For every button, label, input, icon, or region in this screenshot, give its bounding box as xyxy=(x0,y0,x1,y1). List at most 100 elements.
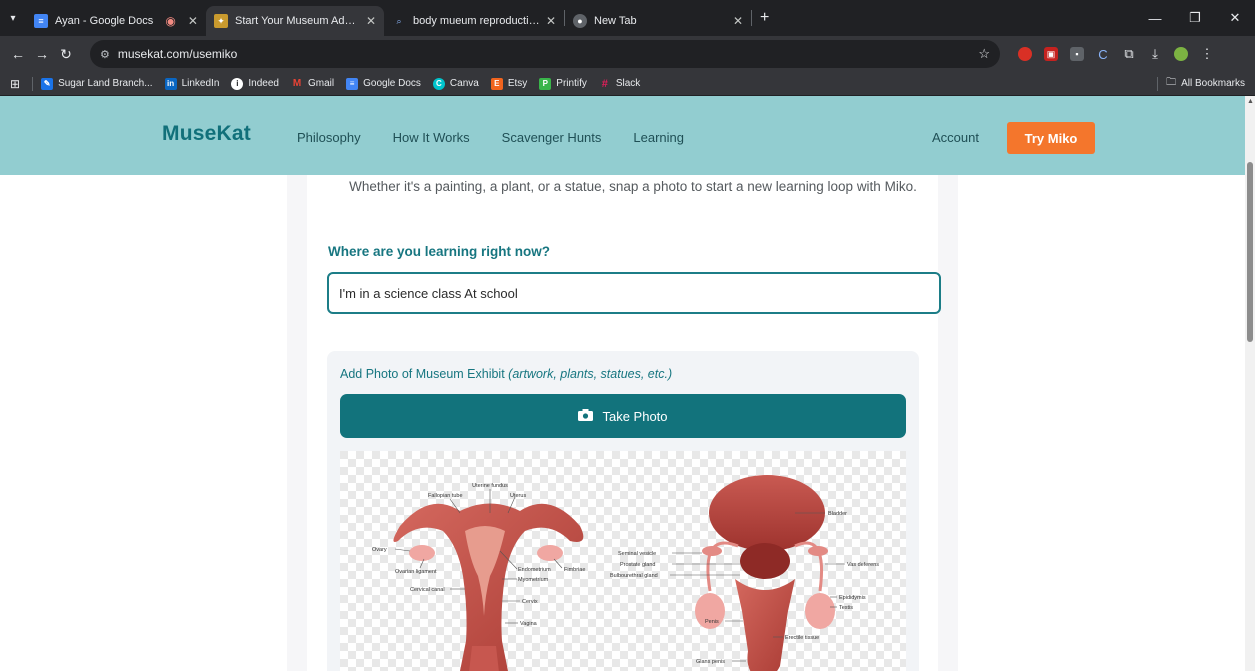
extensions-area: ▣ ▪ C ⧉ ⤓ ⋮ xyxy=(1018,36,1214,72)
google-docs-icon: ≡ xyxy=(346,77,359,90)
google-docs-icon: ≡ xyxy=(34,14,48,28)
profile-avatar-icon[interactable] xyxy=(1174,47,1188,61)
close-tab-icon[interactable]: ✕ xyxy=(540,14,556,28)
location-input[interactable] xyxy=(327,272,941,314)
slack-icon: # xyxy=(601,77,608,90)
reload-icon[interactable]: ↻ xyxy=(54,46,78,63)
photo-upload-card: Add Photo of Museum Exhibit (artwork, pl… xyxy=(327,351,919,671)
new-tab-icon[interactable]: + xyxy=(760,9,769,27)
bookmark-printify[interactable]: P Printify xyxy=(539,77,587,90)
extension-grammar-icon[interactable]: C xyxy=(1096,47,1110,62)
nav-scavenger-hunts[interactable]: Scavenger Hunts xyxy=(502,130,602,145)
photo-label-hint: (artwork, plants, statues, etc.) xyxy=(508,367,673,381)
scroll-up-icon[interactable]: ▲ xyxy=(1247,98,1254,105)
bookmarks-bar: ⊞ ✎ Sugar Land Branch... in LinkedIn i Inde… xyxy=(0,72,1255,96)
bookmark-label: Google Docs xyxy=(363,78,421,89)
card-shadow-right xyxy=(938,175,958,671)
take-photo-button[interactable]: Take Photo xyxy=(340,394,906,438)
musekat-favicon-icon: ✦ xyxy=(214,14,228,28)
extensions-puzzle-icon[interactable]: ⧉ xyxy=(1122,46,1136,61)
menu-kebab-icon[interactable]: ⋮ xyxy=(1200,46,1214,61)
close-window-icon[interactable]: ✕ xyxy=(1215,10,1255,26)
folder-icon: 🗀 xyxy=(1166,77,1177,88)
label-fimbriae: Fimbriae xyxy=(564,567,585,573)
tab-search-icon[interactable]: ▾ xyxy=(0,0,26,36)
bookmark-canva[interactable]: C Canva xyxy=(432,77,479,90)
label-epididymis: Epididymis xyxy=(839,595,866,601)
tab-new-tab[interactable]: ● New Tab ✕ xyxy=(565,6,751,36)
browser-tab-strip: ▾ ≡ Ayan - Google Docs ◉ ✕ ✦ Start Your … xyxy=(0,0,1255,36)
tab-search[interactable]: ⌕ body mueum reproductive orga ✕ xyxy=(384,6,564,36)
page-scrollbar[interactable]: ▲ xyxy=(1245,96,1255,671)
try-miko-button[interactable]: Try Miko xyxy=(1007,122,1095,154)
site-info-icon[interactable]: ⚙ xyxy=(100,48,110,61)
label-cervix: Cervix xyxy=(522,599,538,605)
all-bookmarks-button[interactable]: 🗀 All Bookmarks xyxy=(1157,75,1245,92)
close-tab-icon[interactable]: ✕ xyxy=(360,14,376,28)
address-toolbar: ← → ↻ ⚙ musekat.com/usemiko ☆ ▣ ▪ C ⧉ ⤓ … xyxy=(0,36,1255,72)
bookmark-sugar-land[interactable]: ✎ Sugar Land Branch... xyxy=(41,77,153,90)
take-photo-label: Take Photo xyxy=(602,408,668,424)
bookmark-divider xyxy=(1157,76,1159,91)
apps-grid-icon[interactable]: ⊞ xyxy=(10,77,20,91)
extension-red-icon[interactable] xyxy=(1018,47,1032,61)
page-viewport: MuseKat Philosophy How It Works Scavenge… xyxy=(0,96,1245,671)
bookmark-label: Sugar Land Branch... xyxy=(58,78,153,89)
label-ovarian-ligament: Ovarian ligament xyxy=(395,569,437,575)
label-fallopian-tube: Fallopian tube xyxy=(428,493,463,499)
label-myometrium: Myometrium xyxy=(518,577,549,583)
nav-learning[interactable]: Learning xyxy=(633,130,684,145)
bookmark-star-icon[interactable]: ☆ xyxy=(978,46,990,62)
intro-text: Whether it's a painting, a plant, or a s… xyxy=(349,179,917,194)
tab-title: body mueum reproductive orga xyxy=(413,15,540,27)
all-bookmarks-label: All Bookmarks xyxy=(1181,78,1245,89)
tab-divider xyxy=(751,10,752,26)
bookmark-linkedin[interactable]: in LinkedIn xyxy=(164,77,219,90)
bookmark-google-docs[interactable]: ≡ Google Docs xyxy=(346,77,421,90)
bookmark-slack[interactable]: # Slack xyxy=(599,77,641,90)
scrollbar-thumb[interactable] xyxy=(1247,162,1253,342)
indeed-icon: i xyxy=(231,77,244,90)
restore-icon[interactable]: ❐ xyxy=(1175,10,1215,26)
tab-google-docs[interactable]: ≡ Ayan - Google Docs ◉ ✕ xyxy=(26,6,206,36)
extension-box-icon[interactable]: ▪ xyxy=(1070,47,1084,61)
minimize-icon[interactable]: — xyxy=(1135,11,1175,26)
musekat-logo[interactable]: MuseKat xyxy=(162,122,251,146)
tab-title: New Tab xyxy=(594,15,637,27)
label-ovary: Ovary xyxy=(372,547,387,553)
label-cervical-canal: Cervical canal xyxy=(410,587,445,593)
window-controls: — ❐ ✕ xyxy=(1135,0,1255,36)
bookmark-gmail[interactable]: M Gmail xyxy=(291,78,334,90)
bookmark-divider xyxy=(32,76,34,91)
label-erectile-tissue: Erectile tissue xyxy=(785,635,819,641)
printify-icon: P xyxy=(539,77,552,90)
bookmark-etsy[interactable]: E Etsy xyxy=(490,77,527,90)
label-uterus: Uterus xyxy=(510,493,526,499)
camera-icon xyxy=(578,408,594,424)
forward-icon[interactable]: → xyxy=(30,46,54,62)
bookmark-label: Printify xyxy=(556,78,587,89)
photo-label-text: Add Photo of Museum Exhibit xyxy=(340,367,505,381)
download-icon[interactable]: ⤓ xyxy=(1148,46,1162,61)
back-icon[interactable]: ← xyxy=(6,46,30,62)
bookmark-label: Gmail xyxy=(307,78,335,89)
close-tab-icon[interactable]: ✕ xyxy=(182,14,198,28)
search-icon: ⌕ xyxy=(396,15,402,26)
nav-how-it-works[interactable]: How It Works xyxy=(393,130,470,145)
label-bulbourethral-gland: Bulbourethral gland xyxy=(610,573,658,579)
canva-icon: C xyxy=(432,77,445,90)
nav-philosophy[interactable]: Philosophy xyxy=(297,130,361,145)
gmail-icon: M xyxy=(292,78,302,89)
nav-account[interactable]: Account xyxy=(932,130,979,145)
url-bar[interactable]: ⚙ musekat.com/usemiko ☆ xyxy=(90,40,1000,68)
bookmark-indeed[interactable]: i Indeed xyxy=(231,77,279,90)
tab-musekat[interactable]: ✦ Start Your Museum Adventure ✕ xyxy=(206,6,384,36)
label-vagina: Vagina xyxy=(520,621,538,627)
extension-screen-recorder-icon[interactable]: ▣ xyxy=(1044,47,1058,61)
close-tab-icon[interactable]: ✕ xyxy=(727,14,743,28)
card-shadow-left xyxy=(287,175,307,671)
tab-title: Ayan - Google Docs xyxy=(55,15,154,27)
site-nav: Philosophy How It Works Scavenger Hunts … xyxy=(297,130,684,145)
recording-icon: ◉ xyxy=(165,14,176,28)
location-question: Where are you learning right now? xyxy=(328,244,551,259)
